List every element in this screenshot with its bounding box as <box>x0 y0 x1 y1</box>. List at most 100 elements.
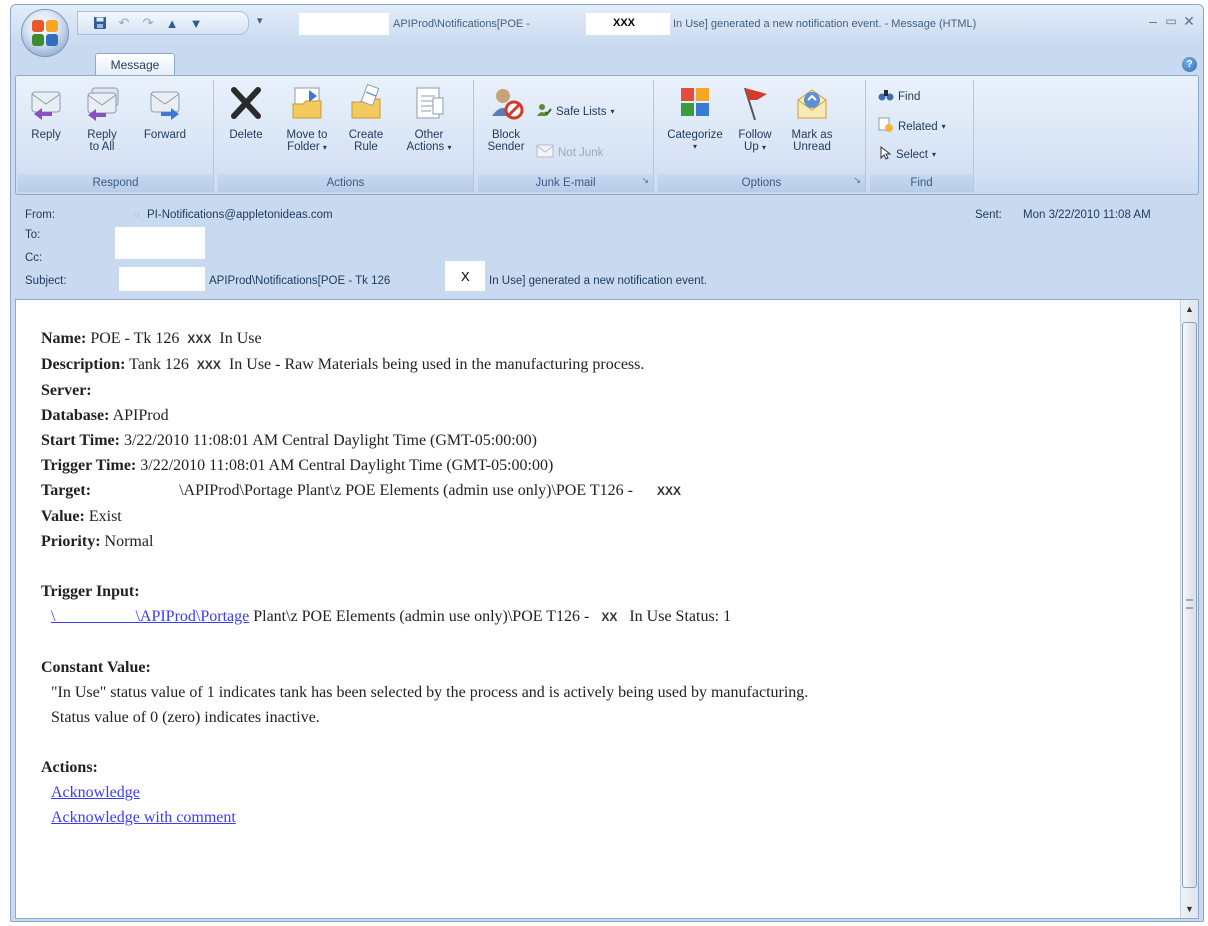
description-label: Description: <box>41 356 126 373</box>
mark-as-unread-button[interactable]: Mark as Unread <box>782 84 842 172</box>
name-row: Name: POE - Tk 126 XXX In Use <box>41 326 1161 352</box>
name-post: In Use <box>219 330 262 347</box>
dropdown-arrow-icon: ▾ <box>447 143 452 152</box>
minimize-icon[interactable]: – <box>1145 13 1161 29</box>
to-label: To: <box>25 229 41 241</box>
forward-icon <box>147 84 183 122</box>
value-row: Value: Exist <box>41 504 1161 529</box>
acknowledge-link[interactable]: Acknowledge <box>51 784 140 801</box>
sender-presence-icon: ○ <box>133 209 140 221</box>
reply-all-button[interactable]: Reply to All <box>74 84 130 172</box>
acknowledge-with-comment-link[interactable]: Acknowledge with comment <box>51 809 236 826</box>
junk-label-text: Junk E-mail <box>535 177 596 189</box>
redo-icon[interactable]: ↷ <box>138 14 158 32</box>
title-bar: ↶ ↷ ▲ ▼ ▾ APIProd\Notifications[POE - XX… <box>11 5 1203 57</box>
description-redacted: XXX <box>196 358 221 372</box>
close-icon[interactable]: ✕ <box>1181 13 1197 30</box>
dropdown-arrow-icon: ▾ <box>692 142 697 151</box>
reply-button[interactable]: Reply <box>22 84 70 172</box>
follow-up-label-2: Up <box>744 141 759 153</box>
forward-label: Forward <box>143 129 187 141</box>
trigger-input-path: Plant\z POE Elements (admin use only)\PO… <box>253 608 590 625</box>
reply-label: Reply <box>31 129 61 141</box>
start-time-label: Start Time: <box>41 432 120 449</box>
message-body: Name: POE - Tk 126 XXX In Use Descriptio… <box>41 326 1161 830</box>
ribbon-tabs: Message ? <box>11 45 1203 76</box>
server-label: Server: <box>41 382 92 399</box>
message-body-pane: Name: POE - Tk 126 XXX In Use Descriptio… <box>15 299 1199 919</box>
dropdown-arrow-icon: ▾ <box>941 122 946 131</box>
database-value: APIProd <box>112 407 169 424</box>
dropdown-arrow-icon: ▾ <box>610 107 615 116</box>
next-item-icon[interactable]: ▼ <box>186 14 206 32</box>
reply-icon <box>28 84 64 122</box>
customize-toolbar-icon[interactable]: ▾ <box>257 14 263 27</box>
block-sender-button[interactable]: Block Sender <box>482 84 530 172</box>
office-button[interactable] <box>21 9 69 57</box>
related-label: Related <box>898 120 938 133</box>
target-value: \APIProd\Portage Plant\z POE Elements (a… <box>179 482 633 499</box>
dialog-launcher-icon[interactable]: ↘ <box>641 171 649 189</box>
scrollbar-thumb[interactable] <box>1182 322 1197 888</box>
trigger-input-link[interactable]: \ \APIProd\Portage <box>51 608 249 625</box>
cursor-icon <box>878 145 892 163</box>
cc-label: Cc: <box>25 252 43 264</box>
actions-label: Actions: <box>41 759 98 776</box>
create-rule-button[interactable]: Create Rule <box>340 83 392 172</box>
group-label-find: Find <box>870 174 973 192</box>
save-icon[interactable] <box>90 14 110 32</box>
actions-heading-row: Actions: <box>41 755 1161 780</box>
move-label-2: Folder <box>287 141 320 153</box>
help-icon[interactable]: ? <box>1182 57 1197 72</box>
dropdown-arrow-icon: ▾ <box>322 143 327 152</box>
find-button[interactable]: Find <box>878 88 920 105</box>
other-actions-icon <box>411 84 447 122</box>
value-value: Exist <box>88 508 122 525</box>
vertical-scrollbar[interactable]: ▲ ▼ <box>1180 300 1198 918</box>
constant-value-line-1: "In Use" status value of 1 indicates tan… <box>51 684 809 701</box>
group-junk-email: Block Sender Safe Lists ▾ Not Junk Junk … <box>478 80 654 192</box>
group-actions: Delete Move to Folder ▾ Create Rule Othe… <box>218 80 474 192</box>
dropdown-arrow-icon: ▾ <box>761 143 766 152</box>
group-respond: Reply Reply to All Forward Respond <box>18 80 214 192</box>
move-to-folder-button[interactable]: Move to Folder ▾ <box>278 84 336 172</box>
not-junk-icon <box>536 144 554 161</box>
scroll-up-arrow-icon[interactable]: ▲ <box>1181 300 1198 318</box>
from-value[interactable]: PI-Notifications@appletonideas.com <box>147 209 333 221</box>
categorize-button[interactable]: Categorize ▾ <box>662 84 728 172</box>
tab-message[interactable]: Message <box>95 53 175 76</box>
target-row: Target: \APIProd\Portage Plant\z POE Ele… <box>41 478 1161 504</box>
database-row: Database: APIProd <box>41 403 1161 428</box>
not-junk-button[interactable]: Not Junk <box>536 144 603 161</box>
previous-item-icon[interactable]: ▲ <box>162 14 182 32</box>
delete-icon <box>228 84 264 122</box>
acknowledge-row: Acknowledge <box>41 780 1161 805</box>
not-junk-label: Not Junk <box>558 146 604 159</box>
other-actions-button[interactable]: Other Actions ▾ <box>398 84 460 172</box>
forward-button[interactable]: Forward <box>134 84 196 172</box>
subject-part-1: APIProd\Notifications[POE - Tk 126 <box>209 275 391 287</box>
dialog-launcher-icon[interactable]: ↘ <box>853 171 861 189</box>
follow-up-button[interactable]: Follow Up ▾ <box>732 84 778 172</box>
group-find: Find Related ▾ Select ▾ Find <box>870 80 974 192</box>
delete-button[interactable]: Delete <box>222 84 270 172</box>
group-label-junk-email: Junk E-mail ↘ <box>478 174 653 192</box>
priority-row: Priority: Normal <box>41 529 1161 554</box>
other-actions-label-2: Actions <box>406 141 445 153</box>
description-post: In Use - Raw Materials being used in the… <box>228 356 645 373</box>
trigger-time-value: 3/22/2010 11:08:01 AM Central Daylight T… <box>140 457 554 474</box>
safe-lists-button[interactable]: Safe Lists ▾ <box>536 102 615 121</box>
to-redaction <box>115 227 205 259</box>
block-sender-icon <box>488 84 524 122</box>
related-button[interactable]: Related ▾ <box>878 117 946 136</box>
scroll-down-arrow-icon[interactable]: ▼ <box>1181 900 1198 918</box>
maximize-icon[interactable]: ▭ <box>1163 14 1179 28</box>
trigger-time-row: Trigger Time: 3/22/2010 11:08:01 AM Cent… <box>41 453 1161 478</box>
sent-label: Sent: <box>975 209 1002 221</box>
select-button[interactable]: Select ▾ <box>878 145 936 163</box>
outlook-message-window: ↶ ↷ ▲ ▼ ▾ APIProd\Notifications[POE - XX… <box>10 4 1204 922</box>
undo-icon[interactable]: ↶ <box>114 14 134 32</box>
group-options: Categorize ▾ Follow Up ▾ Mark as Unread … <box>658 80 866 192</box>
window-title-part-1: APIProd\Notifications[POE - <box>393 18 530 30</box>
ribbon: Reply Reply to All Forward Respond Delet… <box>15 75 1199 195</box>
